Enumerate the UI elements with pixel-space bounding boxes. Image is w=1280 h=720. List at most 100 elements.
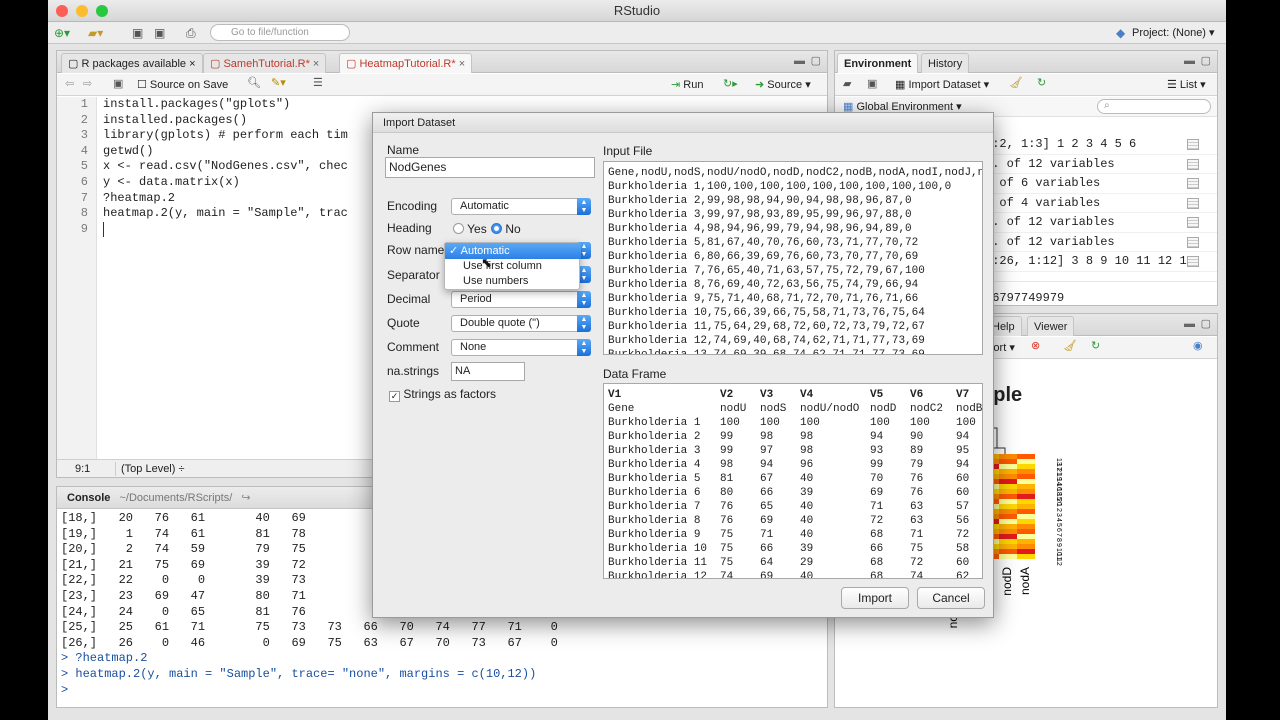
goto-file-input[interactable]: Go to file/function — [210, 24, 350, 41]
project-menu[interactable]: Project: (None) ▾ — [1132, 25, 1215, 41]
decimal-select[interactable]: Period ▲ ▼ — [451, 291, 591, 308]
minimize-pane-icon[interactable]: ▬ — [1184, 318, 1195, 330]
comment-select[interactable]: None ▲ ▼ — [451, 339, 591, 356]
heatmap-cell — [1017, 454, 1035, 459]
view-data-grid-icon[interactable] — [1187, 158, 1199, 170]
data-frame-cell: 100 — [910, 417, 930, 429]
data-frame-cell: 71 — [870, 501, 884, 513]
minimize-pane-icon[interactable]: ▬ — [1184, 55, 1195, 67]
refresh-plot-icon[interactable]: ↻ — [1091, 339, 1100, 352]
heatmap-cell — [999, 489, 1017, 494]
scope-selector[interactable]: (Top Level) ÷ — [121, 460, 185, 478]
data-frame-cell: Burkholderia 1 — [608, 417, 701, 429]
data-frame-cell: 70 — [870, 473, 884, 485]
cancel-button[interactable]: Cancel — [917, 587, 985, 609]
data-frame-cell: Gene — [608, 403, 635, 415]
clear-plots-icon[interactable]: 🧹︎ — [1063, 339, 1077, 352]
save-workspace-icon[interactable]: ▣ — [867, 77, 877, 90]
tab-sameh-tutorial[interactable]: ▢ SamehTutorial.R* × — [203, 53, 327, 73]
publish-icon[interactable]: ◉ — [1193, 339, 1203, 352]
tab-history[interactable]: History — [921, 53, 970, 73]
minimize-pane-icon[interactable]: ▬ — [794, 55, 805, 67]
heatmap-cell — [1017, 534, 1035, 539]
back-icon[interactable]: ⇦ — [65, 77, 74, 90]
run-button[interactable]: ⇥ Run — [671, 78, 703, 91]
quote-select[interactable]: Double quote (") ▲ ▼ — [451, 315, 591, 332]
chevron-updown-icon: ▲ ▼ — [577, 339, 591, 356]
heading-no-radio[interactable]: No — [491, 222, 521, 236]
dropdown-option-use-first-column[interactable]: Use first column — [463, 259, 542, 274]
input-file-line: Burkholderia 13,74,69,39,68,74,62,71,71,… — [608, 349, 925, 355]
data-frame-cell: 60 — [956, 557, 970, 569]
encoding-select[interactable]: Automatic ▲ ▼ — [451, 198, 591, 215]
data-frame-cell: 63 — [910, 515, 924, 527]
source-button[interactable]: ➜ Source ▾ — [755, 78, 811, 91]
data-frame-preview[interactable]: V1 V2 V3 V4 V5 V6 V7 Gene nodU nodS nodU/nodO nodD n… — [603, 383, 983, 579]
code-line[interactable] — [103, 221, 105, 238]
compile-report-icon[interactable]: ☰ — [313, 76, 323, 89]
clear-workspace-icon[interactable]: 🧹︎ — [1009, 76, 1023, 89]
list-view-menu[interactable]: ☰ List ▾ — [1167, 78, 1206, 91]
data-frame-cell: 67 — [760, 473, 774, 485]
rerun-icon[interactable]: ↻▸ — [723, 77, 738, 90]
source-on-save-checkbox[interactable]: ☐ Source on Save — [137, 78, 228, 91]
name-input[interactable]: NodGenes — [385, 157, 595, 178]
heatmap-row-label: 5 — [1055, 523, 1062, 527]
data-frame-cell: Burkholderia 6 — [608, 487, 701, 499]
view-data-grid-icon[interactable] — [1187, 236, 1199, 248]
maximize-pane-icon[interactable]: ▢ — [1201, 317, 1211, 330]
maximize-pane-icon[interactable]: ▢ — [1201, 54, 1211, 67]
close-tab-icon[interactable]: × — [459, 58, 465, 70]
na-strings-input[interactable]: NA — [451, 362, 525, 381]
import-button[interactable]: Import — [841, 587, 909, 609]
refresh-icon[interactable]: ↻ — [1037, 76, 1046, 89]
close-tab-icon[interactable]: × — [189, 58, 195, 70]
go-to-dir-icon[interactable]: ↪ — [241, 492, 250, 504]
data-frame-cell: 98 — [800, 431, 814, 443]
strings-as-factors-checkbox[interactable]: ✓ Strings as factors — [389, 387, 496, 402]
load-workspace-icon[interactable]: ▰ — [843, 77, 851, 90]
zoom-window-icon[interactable] — [96, 5, 108, 17]
maximize-pane-icon[interactable]: ▢ — [811, 54, 821, 67]
close-tab-icon[interactable]: × — [313, 58, 319, 70]
code-line[interactable]: install.packages("gplots") — [103, 97, 827, 113]
save-icon[interactable]: ▣ — [132, 25, 143, 41]
heatmap-cell — [1017, 514, 1035, 519]
dropdown-option-use-numbers[interactable]: Use numbers — [463, 274, 528, 289]
data-frame-cell: 100 — [760, 417, 780, 429]
minimize-window-icon[interactable] — [76, 5, 88, 17]
view-data-grid-icon[interactable] — [1187, 197, 1199, 209]
view-data-grid-icon[interactable] — [1187, 217, 1199, 228]
import-dataset-menu[interactable]: ▦ Import Dataset ▾ — [895, 78, 989, 91]
save-file-icon[interactable]: ▣ — [113, 77, 123, 90]
data-frame-cell: 39 — [800, 487, 814, 499]
input-file-preview[interactable]: Gene,nodU,nodS,nodU/nodO,nodD,nodC2,nodB… — [603, 161, 983, 355]
data-frame-cell: 72 — [956, 529, 970, 541]
open-project-icon[interactable]: ▰▾ — [88, 25, 103, 41]
dropdown-option-automatic[interactable]: ✓ Automatic — [445, 243, 581, 259]
data-frame-cell: Burkholderia 10 — [608, 543, 708, 555]
quote-label: Quote — [387, 316, 420, 330]
new-file-icon[interactable]: ⊕▾ — [54, 25, 70, 41]
save-all-icon[interactable]: ▣ — [154, 25, 165, 41]
tab-viewer[interactable]: Viewer — [1027, 316, 1075, 336]
heading-yes-radio[interactable]: Yes — [453, 222, 487, 236]
line-number: 3 — [80, 128, 88, 143]
close-window-icon[interactable] — [56, 5, 68, 17]
search-icon[interactable]: 🔍︎ — [247, 76, 261, 89]
print-icon[interactable]: ⎙ — [186, 25, 196, 41]
name-label: Name — [387, 143, 420, 157]
tab-environment[interactable]: Environment — [837, 53, 919, 73]
data-frame-cell: 89 — [910, 445, 924, 457]
env-search-input[interactable]: ⌕ — [1097, 99, 1211, 114]
view-data-grid-icon[interactable] — [1187, 256, 1199, 267]
tab-heatmap-tutorial[interactable]: ▢ HeatmapTutorial.R* × — [339, 53, 473, 73]
view-data-grid-icon[interactable] — [1187, 178, 1199, 189]
view-data-grid-icon[interactable] — [1187, 139, 1199, 150]
data-frame-cell: nodU/nodO — [800, 403, 860, 415]
tab-r-packages[interactable]: ▢ R packages available × — [61, 53, 203, 73]
forward-icon[interactable]: ⇨ — [83, 77, 92, 90]
code-tools-icon[interactable]: ✎▾ — [271, 76, 286, 89]
data-frame-cell: 40 — [800, 473, 814, 485]
remove-plot-icon[interactable]: ⊗ — [1031, 339, 1040, 352]
